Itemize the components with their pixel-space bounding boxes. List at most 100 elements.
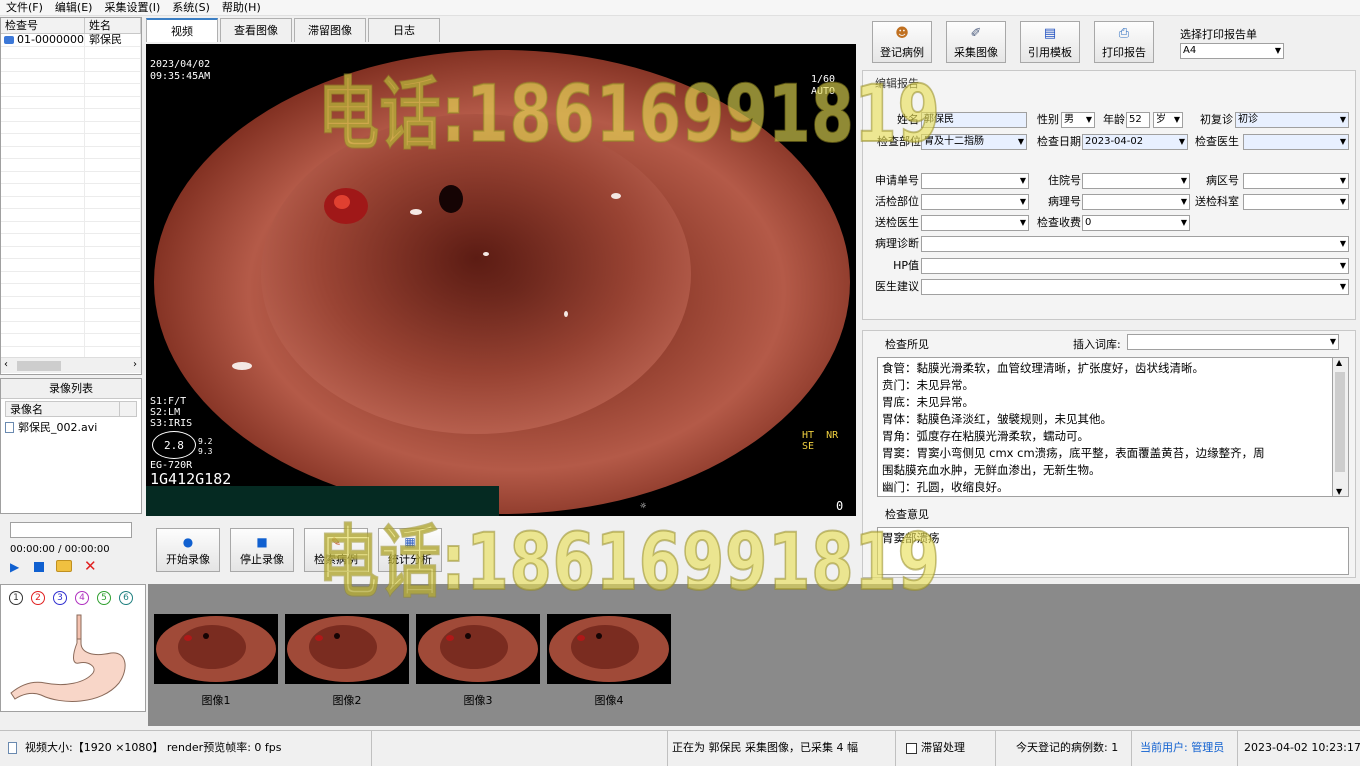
start-recording-button[interactable]: ● 开始录像 — [156, 528, 220, 572]
print-report-button[interactable]: ⎙ 打印报告 — [1094, 21, 1154, 63]
recording-list-title: 录像列表 — [1, 379, 141, 399]
tab-log[interactable]: 日志 — [368, 18, 440, 42]
empty-row — [1, 234, 141, 247]
menu-file[interactable]: 文件(F) — [0, 0, 49, 16]
menu-help[interactable]: 帮助(H) — [216, 0, 267, 16]
biopsy-site-field[interactable]: ▼ — [921, 194, 1029, 210]
scroll-left-icon[interactable]: ‹ — [4, 359, 8, 370]
findings-line: 幽门：孔圆，收缩良好。 — [882, 480, 1009, 494]
tab-retained-images[interactable]: 滞留图像 — [294, 18, 366, 42]
stop-icon[interactable] — [34, 562, 44, 572]
hp-value-field[interactable]: ▼ — [921, 258, 1349, 274]
findings-textarea[interactable]: 食管：黏膜光滑柔软，血管纹理清晰，扩张度好，齿状线清晰。 贲门：未见异常。 胃底：未… — [877, 357, 1333, 497]
application-no-label: 申请单号 — [875, 174, 919, 187]
capture-image-button[interactable]: ✐ 采集图像 — [946, 21, 1006, 63]
report-select-label: 选择打印报告单 — [1180, 28, 1257, 41]
thumbnail-image[interactable] — [154, 614, 278, 684]
age-unit-select[interactable]: 岁 ▼ — [1153, 112, 1183, 128]
visit-type-select[interactable]: 初诊 ▼ — [1235, 112, 1349, 128]
gender-select[interactable]: 男 ▼ — [1061, 112, 1095, 128]
application-no-field[interactable]: ▼ — [921, 173, 1029, 189]
tab-view-images[interactable]: 查看图像 — [220, 18, 292, 42]
chevron-down-icon: ▼ — [1339, 137, 1346, 146]
use-template-button[interactable]: ▤ 引用模板 — [1020, 21, 1080, 63]
col-header-id[interactable]: 检查号 — [1, 18, 85, 33]
exam-site-select[interactable]: 胃及十二指肠 ▼ — [921, 134, 1027, 150]
search-cases-button[interactable]: ✎ 检索病例 — [304, 528, 368, 572]
scroll-thumb[interactable] — [1335, 372, 1345, 472]
opinion-textarea[interactable]: 胃窦部溃疡 — [877, 527, 1349, 575]
findings-scrollbar[interactable]: ▲ ▼ — [1333, 357, 1349, 497]
empty-row — [1, 246, 141, 259]
thumbnail-image[interactable] — [416, 614, 540, 684]
age-field[interactable]: 52 — [1126, 112, 1150, 128]
endoscope-video[interactable]: 2023/04/02 09:35:45AM 1/60 AUTO S1:F/T S… — [146, 44, 856, 516]
chevron-down-icon: ▼ — [1085, 115, 1092, 124]
exam-fee-field[interactable]: 0 ▼ — [1082, 215, 1190, 231]
register-icon: ☻ — [895, 26, 909, 41]
horizontal-scrollbar[interactable]: ‹ › — [1, 357, 141, 373]
menu-capture-settings[interactable]: 采集设置(I) — [98, 0, 166, 16]
biopsy-site-label: 活检部位 — [875, 195, 919, 208]
findings-panel: 检查所见 插入词库: ▼ 食管：黏膜光滑柔软，血管纹理清晰，扩张度好，齿状线清晰… — [862, 330, 1356, 578]
col-header-recording[interactable]: 录像名 — [6, 402, 121, 416]
status-datetime: 2023-04-02 10:23:17 — [1244, 741, 1360, 754]
vocab-select[interactable]: ▼ — [1127, 334, 1339, 350]
tab-video[interactable]: 视频 — [146, 18, 218, 42]
patient-row[interactable]: 01-00000002 郭保民 — [1, 34, 141, 47]
statistics-button[interactable]: ▦ 统计分析 — [378, 528, 442, 572]
pathology-no-field[interactable]: ▼ — [1082, 194, 1190, 210]
delete-icon[interactable]: ✕ — [84, 557, 97, 575]
stomach-site-map: 123456 — [0, 584, 146, 712]
sending-doctor-field[interactable]: ▼ — [921, 215, 1029, 231]
findings-line: 胃体：黏膜色泽淡红，皱襞规则，未见其他。 — [882, 412, 1112, 426]
menu-system[interactable]: 系统(S) — [166, 0, 216, 16]
inpatient-no-field[interactable]: ▼ — [1082, 173, 1190, 189]
age-label: 年龄 — [1103, 113, 1125, 126]
osd-s1: S1:F/T — [150, 396, 187, 407]
captured-images-strip: 图像1 图像2 图像3 图像4 — [148, 584, 1360, 726]
exam-site-label: 检查部位 — [877, 135, 921, 148]
pathology-diagnosis-field[interactable]: ▼ — [921, 236, 1349, 252]
scroll-thumb[interactable] — [17, 361, 61, 371]
thumbnail-image[interactable] — [285, 614, 409, 684]
thumbnail-image[interactable] — [547, 614, 671, 684]
report-select[interactable]: A4 ▼ — [1180, 43, 1284, 59]
retain-checkbox[interactable] — [906, 742, 917, 754]
osd-time: 09:35:45AM — [150, 71, 211, 82]
sending-dept-field[interactable]: ▼ — [1243, 194, 1349, 210]
scroll-right-icon[interactable]: › — [133, 359, 137, 370]
open-folder-icon[interactable] — [56, 560, 72, 572]
thumbnail-frame — [287, 616, 407, 682]
stop-recording-button[interactable]: ■ 停止录像 — [230, 528, 294, 572]
thumbnail-label: 图像2 — [332, 694, 362, 707]
osd-gauge-main: 2.8 — [164, 439, 184, 452]
chevron-down-icon: ▼ — [1329, 337, 1336, 346]
video-toolbar: ● 开始录像 ■ 停止录像 ✎ 检索病例 ▦ 统计分析 — [146, 522, 856, 576]
menu-edit[interactable]: 编辑(E) — [49, 0, 99, 16]
name-field[interactable]: 郭保民 — [921, 112, 1027, 128]
status-retain[interactable]: 滞留处理 — [896, 731, 996, 766]
register-case-button[interactable]: ☻ 登记病例 — [872, 21, 932, 63]
exam-date-picker[interactable]: 2023-04-02 ▼ — [1082, 134, 1188, 150]
opinion-title: 检查意见 — [885, 508, 929, 521]
chevron-down-icon: ▼ — [1019, 176, 1026, 185]
col-header-name[interactable]: 姓名 — [85, 18, 141, 33]
exam-doctor-select[interactable]: ▼ — [1243, 134, 1349, 150]
recording-item[interactable]: 郭保民_002.avi — [1, 417, 141, 437]
findings-line: 贲门：未见异常。 — [882, 378, 974, 392]
playback-slider[interactable] — [10, 522, 132, 538]
scroll-down-icon[interactable]: ▼ — [1336, 487, 1342, 496]
visit-type-label: 初复诊 — [1200, 113, 1233, 126]
chevron-down-icon: ▼ — [1178, 137, 1185, 146]
play-icon[interactable]: ▶ — [10, 560, 19, 574]
view-tabs: 视频 查看图像 滞留图像 日志 — [146, 18, 442, 42]
playback-time: 00:00:00 / 00:00:00 — [10, 544, 110, 555]
empty-row — [1, 271, 141, 284]
doctor-advice-field[interactable]: ▼ — [921, 279, 1349, 295]
printer-icon: ⎙ — [1118, 26, 1130, 41]
ward-no-field[interactable]: ▼ — [1243, 173, 1349, 189]
ward-no-label: 病区号 — [1206, 174, 1239, 187]
scroll-up-icon[interactable]: ▲ — [1336, 358, 1342, 367]
findings-line: 胃底：未见异常。 — [882, 395, 974, 409]
